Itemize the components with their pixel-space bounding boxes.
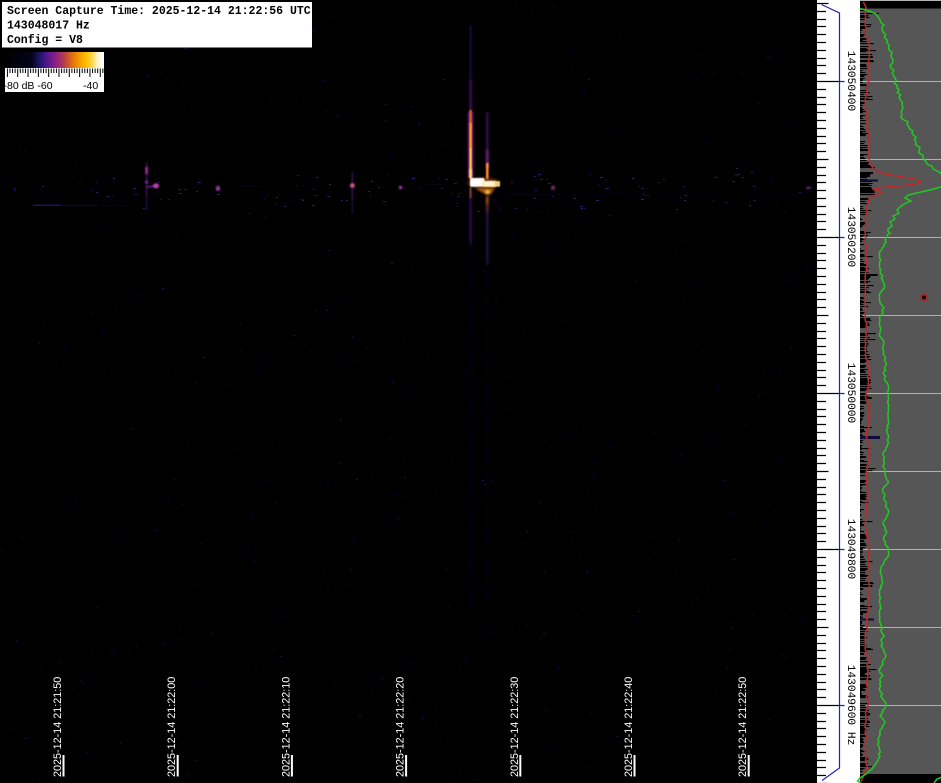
- svg-text:143049800: 143049800: [844, 519, 856, 580]
- svg-text:2025-12-14 21:22:50: 2025-12-14 21:22:50: [737, 677, 749, 777]
- svg-text:2025-12-14 21:22:30: 2025-12-14 21:22:30: [509, 677, 521, 777]
- svg-text:143050200: 143050200: [844, 207, 856, 268]
- svg-text:143048017 Hz: 143048017 Hz: [7, 20, 90, 33]
- svg-text:143049600 Hz: 143049600 Hz: [844, 665, 856, 746]
- svg-text:2025-12-14 21:21:50: 2025-12-14 21:21:50: [52, 677, 64, 777]
- svg-text:Config = V8: Config = V8: [7, 34, 83, 47]
- svg-text:2025-12-14 21:22:40: 2025-12-14 21:22:40: [623, 677, 635, 777]
- svg-text:2025-12-14 21:22:10: 2025-12-14 21:22:10: [280, 677, 292, 777]
- svg-text:Screen Capture Time: 2025-12-1: Screen Capture Time: 2025-12-14 21:22:56…: [7, 5, 311, 18]
- svg-text:-40: -40: [83, 80, 98, 92]
- svg-text:143050000: 143050000: [844, 363, 856, 424]
- svg-text:-80 dB -60: -80 dB -60: [4, 80, 53, 92]
- svg-text:143050400: 143050400: [844, 51, 856, 112]
- svg-text:2025-12-14 21:22:00: 2025-12-14 21:22:00: [166, 677, 178, 777]
- svg-text:2025-12-14 21:22:20: 2025-12-14 21:22:20: [395, 677, 407, 777]
